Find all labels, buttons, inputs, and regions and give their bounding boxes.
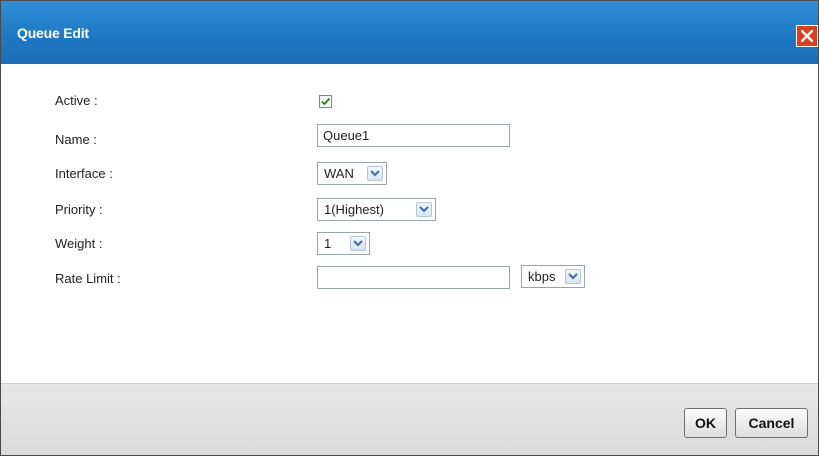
- priority-select-value: 1(Highest): [324, 202, 384, 217]
- name-label: Name :: [55, 132, 97, 147]
- active-checkbox[interactable]: [319, 95, 332, 108]
- queue-edit-dialog: Queue Edit Active : Name : Interface : W…: [0, 0, 819, 456]
- dialog-content: Active : Name : Interface : WAN Priority…: [1, 64, 818, 383]
- interface-label: Interface :: [55, 166, 113, 181]
- close-icon: [801, 30, 813, 42]
- weight-label: Weight :: [55, 236, 103, 251]
- chevron-down-icon: [367, 166, 383, 181]
- priority-label: Priority :: [55, 202, 103, 217]
- dialog-footer: OK Cancel: [1, 383, 818, 455]
- name-input[interactable]: [317, 124, 510, 147]
- dialog-titlebar: Queue Edit: [1, 1, 818, 64]
- rate-unit-select-value: kbps: [528, 269, 556, 284]
- dialog-title: Queue Edit: [17, 25, 89, 41]
- chevron-down-icon: [350, 236, 366, 251]
- weight-select[interactable]: 1: [317, 232, 370, 255]
- cancel-button[interactable]: Cancel: [735, 408, 808, 438]
- checkmark-icon: [321, 97, 331, 106]
- rate-limit-label: Rate Limit :: [55, 271, 121, 286]
- weight-select-value: 1: [324, 236, 332, 251]
- ok-button[interactable]: OK: [684, 408, 727, 438]
- chevron-down-icon: [416, 202, 432, 217]
- interface-select[interactable]: WAN: [317, 162, 387, 185]
- close-button[interactable]: [796, 25, 818, 47]
- priority-select[interactable]: 1(Highest): [317, 198, 436, 221]
- chevron-down-icon: [565, 269, 581, 284]
- rate-unit-select[interactable]: kbps: [521, 265, 585, 288]
- interface-select-value: WAN: [324, 166, 354, 181]
- active-label: Active :: [55, 93, 98, 108]
- rate-limit-input[interactable]: [317, 266, 510, 289]
